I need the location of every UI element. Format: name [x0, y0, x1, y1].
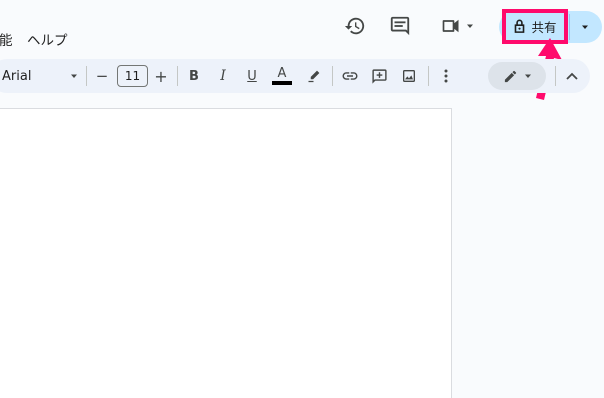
text-color-letter: A	[277, 66, 287, 81]
text-color-swatch	[272, 81, 292, 85]
insert-image-button[interactable]	[398, 63, 420, 89]
pencil-icon	[504, 70, 516, 82]
editing-mode-button[interactable]	[488, 62, 546, 90]
lock-icon	[515, 19, 525, 33]
increase-font-size-button[interactable]: +	[151, 63, 171, 89]
caret-down-icon	[71, 74, 77, 78]
caret-down-icon	[524, 74, 531, 78]
caret-down-icon	[582, 25, 588, 29]
meet-button[interactable]	[436, 14, 478, 38]
add-comment-icon	[371, 68, 387, 84]
document-page[interactable]	[0, 108, 452, 398]
underline-button[interactable]: U	[242, 63, 262, 89]
hide-menus-button[interactable]	[562, 63, 582, 89]
highlight-color-button[interactable]	[303, 63, 323, 89]
font-size-input[interactable]: 11	[117, 65, 148, 87]
share-label: 共有	[531, 20, 557, 35]
share-dropdown-button[interactable]	[575, 19, 595, 35]
bold-button[interactable]: B	[184, 63, 204, 89]
menu-item-help[interactable]: ヘルプ	[27, 32, 68, 50]
font-family-select[interactable]: Arial	[2, 63, 78, 89]
text-color-button[interactable]: A	[271, 63, 293, 89]
toolbar-divider	[555, 66, 556, 86]
history-icon	[344, 17, 365, 35]
add-comment-button[interactable]	[368, 63, 390, 89]
chevron-up-icon	[566, 72, 578, 80]
more-options-button[interactable]	[437, 63, 455, 89]
toolbar-divider	[177, 66, 178, 86]
insert-link-button[interactable]	[339, 63, 361, 89]
meet-icon	[442, 19, 459, 33]
more-vert-icon	[444, 69, 448, 83]
toolbar-divider	[332, 66, 333, 86]
toolbar-divider	[428, 66, 429, 86]
highlighter-icon	[308, 70, 319, 82]
comment-icon	[390, 16, 410, 36]
italic-button[interactable]: I	[213, 63, 233, 89]
decrease-font-size-button[interactable]: −	[92, 63, 112, 89]
font-family-value: Arial	[2, 68, 32, 84]
share-divider	[569, 14, 570, 40]
image-icon	[403, 70, 415, 82]
caret-down-icon	[467, 24, 473, 28]
link-icon	[342, 72, 358, 80]
menu-item-partial[interactable]: 能	[0, 32, 13, 50]
comments-button[interactable]	[388, 14, 412, 38]
version-history-button[interactable]	[343, 14, 367, 38]
toolbar-divider	[86, 66, 87, 86]
